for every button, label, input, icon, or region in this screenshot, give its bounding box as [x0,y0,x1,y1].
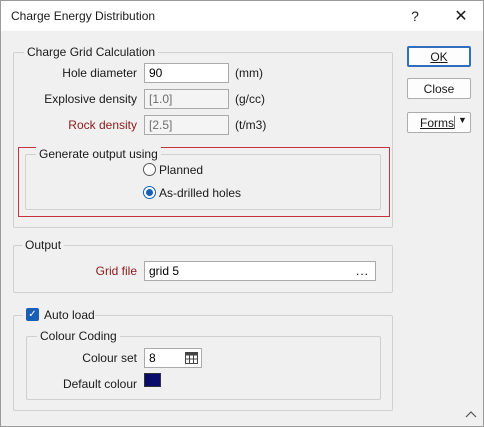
grid-file-input[interactable]: grid 5 ... [144,261,376,281]
hole-diameter-label: Hole diameter [62,66,137,80]
forms-button[interactable]: Forms ▼ [407,112,471,133]
rock-density-label: Rock density [68,118,137,132]
chevron-up-icon[interactable] [464,407,478,421]
explosive-density-unit: (g/cc) [235,92,265,106]
planned-radio[interactable] [143,163,156,176]
charge-grid-group-title: Charge Grid Calculation [24,45,159,59]
forms-button-label: Forms [420,116,454,130]
colour-set-value: 8 [149,351,156,365]
auto-load-checkbox[interactable]: ✓ [26,308,39,321]
as-drilled-radio[interactable] [143,186,156,199]
ok-button[interactable]: OK [407,46,471,67]
help-button[interactable]: ? [392,1,438,31]
explosive-density-input[interactable]: [1.0] [144,89,229,109]
grid-file-value: grid 5 [149,264,180,278]
charge-energy-dialog: Charge Energy Distribution ? ✕ OK Close … [0,0,484,427]
default-colour-swatch[interactable] [144,373,161,387]
close-button[interactable]: Close [407,78,471,99]
as-drilled-label[interactable]: As-drilled holes [159,186,241,200]
default-colour-label: Default colour [62,377,137,391]
close-window-button[interactable]: ✕ [438,1,484,31]
forms-dropdown-icon[interactable]: ▼ [458,115,467,125]
table-icon[interactable] [185,352,198,364]
colour-set-label: Colour set [82,351,137,365]
title-bar: Charge Energy Distribution ? ✕ [1,1,483,31]
auto-load-label[interactable]: Auto load [44,308,95,322]
close-button-label: Close [423,81,455,96]
hole-diameter-input[interactable]: 90 [144,63,229,83]
grid-file-label: Grid file [95,264,137,278]
window-title: Charge Energy Distribution [11,9,156,23]
ok-button-label: OK [430,49,448,64]
colour-set-input[interactable]: 8 [144,348,202,368]
rock-density-input[interactable]: [2.5] [144,115,229,135]
generate-output-group-title: Generate output using [36,147,161,161]
rock-density-unit: (t/m3) [235,118,267,132]
planned-label[interactable]: Planned [159,163,203,177]
output-group-title: Output [22,238,65,252]
hole-diameter-unit: (mm) [235,66,263,80]
explosive-density-label: Explosive density [44,92,137,106]
colour-coding-group-title: Colour Coding [37,329,120,343]
forms-separator [454,116,455,129]
browse-button[interactable]: ... [356,262,369,280]
